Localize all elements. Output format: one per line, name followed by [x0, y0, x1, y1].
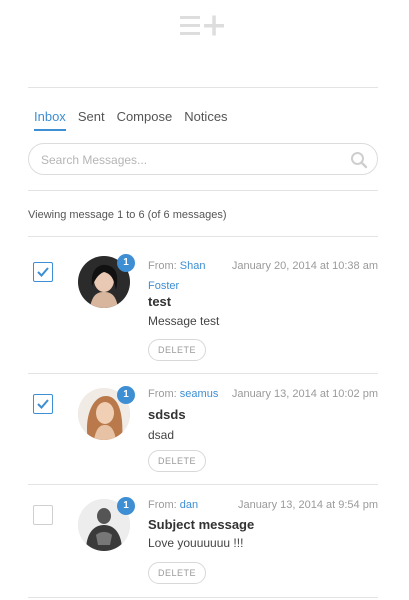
delete-button[interactable]: DELETE: [148, 450, 207, 472]
message-tabs: Inbox Sent Compose Notices: [34, 109, 228, 131]
message-date: January 20, 2014 at 10:38 am: [231, 260, 378, 272]
message-sender: From: Shan Foster: [148, 256, 206, 296]
delete-button[interactable]: DELETE: [148, 562, 207, 584]
message-subject[interactable]: test: [148, 294, 171, 309]
delete-button[interactable]: DELETE: [148, 339, 207, 361]
list-top-divider: [28, 236, 378, 237]
message-divider: [28, 373, 378, 374]
search-divider: [28, 190, 378, 191]
from-label: From:: [148, 260, 177, 272]
message-date: January 13, 2014 at 9:54 pm: [237, 499, 378, 511]
unread-badge: 1: [117, 254, 135, 272]
message-excerpt: Love youuuuuu !!!: [148, 536, 244, 550]
message-select-checkbox[interactable]: [33, 262, 53, 282]
sender-link[interactable]: seamus: [180, 388, 219, 400]
from-label: From:: [148, 388, 177, 400]
checkmark-icon: [37, 267, 49, 277]
unread-badge: 1: [117, 497, 135, 515]
checkmark-icon: [37, 399, 49, 409]
message-select-checkbox[interactable]: [33, 394, 53, 414]
header-divider: [28, 87, 378, 88]
pagination-summary: Viewing message 1 to 6 (of 6 messages): [28, 209, 227, 221]
tab-notices[interactable]: Notices: [184, 109, 227, 131]
search-icon[interactable]: [350, 151, 368, 169]
sender-link[interactable]: dan: [180, 499, 198, 511]
message-subject[interactable]: sdsds: [148, 407, 186, 422]
message-select-checkbox[interactable]: [33, 505, 53, 525]
message-excerpt: Message test: [148, 314, 220, 328]
message-excerpt: dsad: [148, 428, 175, 442]
tab-inbox[interactable]: Inbox: [34, 109, 66, 131]
tab-compose[interactable]: Compose: [117, 109, 173, 131]
message-divider: [28, 597, 378, 598]
message-date: January 13, 2014 at 10:02 pm: [231, 388, 378, 400]
message-divider: [28, 484, 378, 485]
message-subject[interactable]: Subject message: [148, 517, 254, 532]
search-input[interactable]: [41, 151, 341, 169]
compose-plus-logo-icon[interactable]: [180, 14, 226, 38]
message-sender: From: dan: [148, 499, 198, 511]
search-box: [28, 143, 378, 175]
from-label: From:: [148, 499, 177, 511]
message-sender: From: seamus: [148, 388, 218, 400]
tab-sent[interactable]: Sent: [78, 109, 105, 131]
messages-page: Inbox Sent Compose Notices Viewing messa…: [0, 0, 409, 600]
unread-badge: 1: [117, 386, 135, 404]
